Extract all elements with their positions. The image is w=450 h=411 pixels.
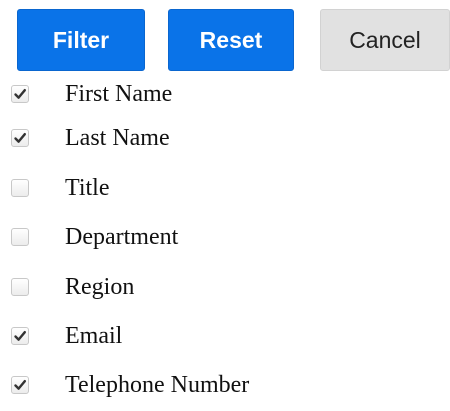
checkmark-icon [14, 89, 26, 99]
checkmark-icon [14, 133, 26, 143]
cancel-button[interactable]: Cancel [320, 9, 450, 71]
option-telephone-number[interactable]: Telephone Number [0, 363, 450, 411]
department-checkbox[interactable] [11, 228, 29, 246]
email-label: Email [65, 323, 123, 349]
filter-toolbar: Filter Reset Cancel [0, 0, 450, 80]
first-name-checkbox[interactable] [11, 85, 29, 103]
first-name-label: First Name [65, 81, 173, 107]
title-label: Title [65, 175, 110, 201]
filter-button[interactable]: Filter [17, 9, 145, 71]
option-department[interactable]: Department [0, 215, 450, 263]
option-first-name[interactable]: First Name [0, 72, 450, 120]
telephone-number-label: Telephone Number [65, 372, 250, 398]
title-checkbox[interactable] [11, 179, 29, 197]
department-label: Department [65, 224, 179, 250]
region-checkbox[interactable] [11, 278, 29, 296]
region-label: Region [65, 274, 135, 300]
column-options-list: First Name Last Name Title Department Re… [0, 72, 450, 406]
option-title[interactable]: Title [0, 166, 450, 214]
last-name-label: Last Name [65, 125, 170, 151]
email-checkbox[interactable] [11, 327, 29, 345]
checkmark-icon [14, 331, 26, 341]
option-last-name[interactable]: Last Name [0, 116, 450, 164]
telephone-number-checkbox[interactable] [11, 376, 29, 394]
reset-button[interactable]: Reset [168, 9, 294, 71]
option-email[interactable]: Email [0, 314, 450, 362]
checkmark-icon [14, 380, 26, 390]
option-region[interactable]: Region [0, 265, 450, 313]
last-name-checkbox[interactable] [11, 129, 29, 147]
